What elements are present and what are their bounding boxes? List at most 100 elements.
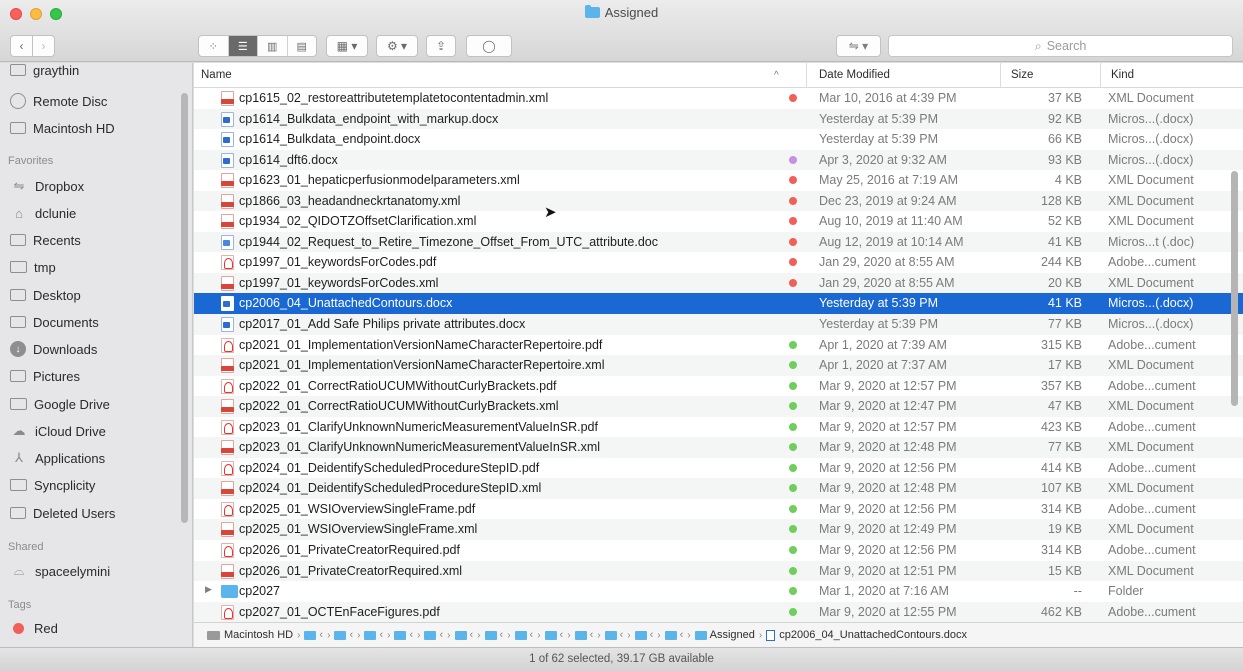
edit-tags-button[interactable]: ◯ xyxy=(466,35,512,57)
file-date-modified: Aug 12, 2019 at 10:14 AM xyxy=(819,234,964,249)
file-row[interactable]: cp2021_01_ImplementationVersionNameChara… xyxy=(194,335,1243,356)
dropbox-button[interactable]: ⇋ ▾ xyxy=(836,35,881,57)
file-row[interactable]: cp2021_01_ImplementationVersionNameChara… xyxy=(194,355,1243,376)
file-row[interactable]: cp1997_01_keywordsForCodes.xml Jan 29, 20… xyxy=(194,272,1243,294)
sidebar-item-dropbox[interactable]: ⇋ Dropbox xyxy=(10,174,85,198)
sidebar-scrollbar[interactable] xyxy=(181,93,188,523)
file-name: cp2024_01_DeidentifyScheduledProcedureSt… xyxy=(239,481,542,496)
sidebar-item-syncplicity[interactable]: Syncplicity xyxy=(10,473,95,497)
column-header-name[interactable]: Name xyxy=(201,63,601,88)
sidebar-item-macintosh-hd[interactable]: Macintosh HD xyxy=(10,116,115,140)
sidebar-item-deleted-users[interactable]: Deleted Users xyxy=(10,501,115,525)
file-row[interactable]: cp2026_01_PrivateCreatorRequired.xml Mar … xyxy=(194,560,1243,582)
file-row[interactable]: cp2022_01_CorrectRatioUCUMWithoutCurlyBr… xyxy=(194,376,1243,397)
action-button[interactable]: ⚙ ▾ xyxy=(376,35,418,57)
path-segment-folder[interactable]: ‹ xyxy=(394,629,413,641)
green-tag-icon xyxy=(789,566,797,575)
gallery-view-button[interactable]: ▤ xyxy=(288,36,317,56)
file-row[interactable]: cp2023_01_ClarifyUnknownNumericMeasureme… xyxy=(194,417,1243,438)
path-segment-folder[interactable]: ‹ xyxy=(454,629,473,641)
sidebar-item-graythin[interactable]: graythin xyxy=(10,63,79,82)
file-row[interactable]: cp2024_01_DeidentifyScheduledProcedureSt… xyxy=(194,458,1243,479)
path-segment-folder[interactable]: ‹ xyxy=(334,629,353,641)
sidebar-item-downloads[interactable]: ↓ Downloads xyxy=(10,337,97,361)
sidebar-item-documents[interactable]: Documents xyxy=(10,310,99,334)
path-segment-assigned[interactable]: Assigned xyxy=(694,629,755,641)
folder-icon xyxy=(424,630,437,640)
sidebar-item-google-drive[interactable]: Google Drive xyxy=(10,392,110,416)
file-size: -- xyxy=(1073,584,1082,599)
file-row[interactable]: cp2025_01_WSIOverviewSingleFrame.pdf Mar … xyxy=(194,499,1243,520)
file-kind: XML Document xyxy=(1108,173,1194,188)
folder-row[interactable]: ▶ cp2027 Mar 1, 2020 at 7:16 AM -- Folder xyxy=(194,581,1243,602)
sidebar-item-pictures[interactable]: Pictures xyxy=(10,364,80,388)
sidebar-item-tmp[interactable]: tmp xyxy=(10,255,56,279)
path-separator-icon: › xyxy=(627,629,631,641)
file-kind: Micros...(.docx) xyxy=(1108,317,1194,332)
sidebar-item-tag-red[interactable]: Red xyxy=(10,616,58,640)
column-header-kind[interactable]: Kind xyxy=(1100,63,1243,88)
file-row[interactable]: cp2025_01_WSIOverviewSingleFrame.xml Mar … xyxy=(194,519,1243,541)
path-segment-folder[interactable]: ‹ xyxy=(364,629,383,641)
file-row[interactable]: cp1866_03_headandneckrtanatomy.xml Dec 23… xyxy=(194,190,1243,212)
search-input[interactable]: ⌕ Search xyxy=(888,35,1233,57)
back-button[interactable]: ‹ xyxy=(10,35,33,57)
path-segment-folder[interactable]: ‹ xyxy=(304,629,323,641)
file-row[interactable]: cp1615_02_restoreattributetemplatetocont… xyxy=(194,88,1243,109)
file-row[interactable]: cp2024_01_DeidentifyScheduledProcedureSt… xyxy=(194,478,1243,499)
path-segment-truncated: ‹ xyxy=(379,629,384,641)
file-row[interactable]: cp2026_01_PrivateCreatorRequired.pdf Mar … xyxy=(194,540,1243,561)
pdf-file-icon xyxy=(221,604,234,620)
column-header-name-label: Name xyxy=(201,69,232,81)
file-row[interactable]: cp2017_01_Add Safe Philips private attri… xyxy=(194,314,1243,335)
sidebar-item-dclunie[interactable]: ⌂ dclunie xyxy=(10,201,76,225)
path-segment-folder[interactable]: ‹ xyxy=(514,629,533,641)
file-row[interactable]: cp1614_Bulkdata_endpoint.docx Yesterday a… xyxy=(194,129,1243,150)
file-row[interactable]: cp2027_01_OCTEnFaceFigures.pdf Mar 9, 202… xyxy=(194,601,1243,622)
file-row[interactable]: cp2023_01_ClarifyUnknownNumericMeasureme… xyxy=(194,437,1243,458)
forward-button[interactable]: › xyxy=(32,35,55,57)
sidebar-item-desktop[interactable]: Desktop xyxy=(10,283,81,307)
green-tag-icon xyxy=(789,381,797,390)
column-view-button[interactable]: ▥ xyxy=(258,36,288,56)
folder-icon xyxy=(604,630,617,640)
applications-icon: ⅄ xyxy=(15,450,23,465)
path-segment-folder[interactable]: ‹ xyxy=(604,629,623,641)
file-row[interactable]: cp1997_01_keywordsForCodes.pdf Jan 29, 20… xyxy=(194,252,1243,273)
group-by-button[interactable]: ▦ ▾ xyxy=(326,35,368,57)
path-segment-folder[interactable]: ‹ xyxy=(484,629,503,641)
sidebar-item-applications[interactable]: ⅄ Applications xyxy=(10,446,105,470)
path-segment-folder[interactable]: ‹ xyxy=(574,629,593,641)
red-tag-icon xyxy=(789,94,797,102)
column-header-date[interactable]: Date Modified xyxy=(806,63,996,88)
file-row[interactable]: cp1623_01_hepaticperfusionmodelparameter… xyxy=(194,170,1243,191)
folder-icon xyxy=(484,630,497,640)
path-segment-root[interactable]: Macintosh HD xyxy=(207,629,293,641)
share-button[interactable]: ⇪ xyxy=(426,35,456,57)
sidebar-item-recents[interactable]: Recents xyxy=(10,228,81,252)
icon-view-button[interactable]: ⁘ xyxy=(199,36,229,56)
file-row[interactable]: cp1934_02_QIDOTZOffsetClarification.xml A… xyxy=(194,211,1243,232)
folder-icon xyxy=(514,630,527,640)
docx-file-icon xyxy=(221,152,234,168)
column-header-size[interactable]: Size xyxy=(1000,63,1100,88)
folder-icon xyxy=(10,479,27,491)
sidebar-item-icloud-drive[interactable]: ☁ iCloud Drive xyxy=(10,419,106,443)
list-view-button[interactable]: ☰ xyxy=(228,36,258,56)
sidebar-item-remote-disc[interactable]: Remote Disc xyxy=(10,89,107,113)
folder-icon xyxy=(10,398,27,410)
path-segment-folder[interactable]: ‹ xyxy=(664,629,683,641)
file-row[interactable]: cp1614_dft6.docx Apr 3, 2020 at 9:32 AM 93… xyxy=(194,149,1243,171)
file-row[interactable]: cp1944_02_Request_to_Retire_Timezone_Off… xyxy=(194,231,1243,253)
path-segment-folder[interactable]: ‹ xyxy=(544,629,563,641)
sidebar-item-spaceelymini[interactable]: ⌓ spaceelymini xyxy=(10,559,110,583)
file-row[interactable]: cp2006_04_UnattachedContours.docx Yesterd… xyxy=(194,293,1243,315)
file-list-scrollbar[interactable] xyxy=(1231,171,1238,406)
file-row[interactable]: cp1614_Bulkdata_endpoint_with_markup.doc… xyxy=(194,108,1243,130)
path-segment-folder[interactable]: ‹ xyxy=(424,629,443,641)
path-segment-folder[interactable]: ‹ xyxy=(634,629,653,641)
file-row[interactable]: cp2022_01_CorrectRatioUCUMWithoutCurlyBr… xyxy=(194,396,1243,417)
disclosure-triangle-icon[interactable]: ▶ xyxy=(205,584,212,595)
xml-file-icon xyxy=(221,481,234,497)
path-segment-file[interactable]: cp2006_04_UnattachedContours.docx xyxy=(766,629,967,641)
